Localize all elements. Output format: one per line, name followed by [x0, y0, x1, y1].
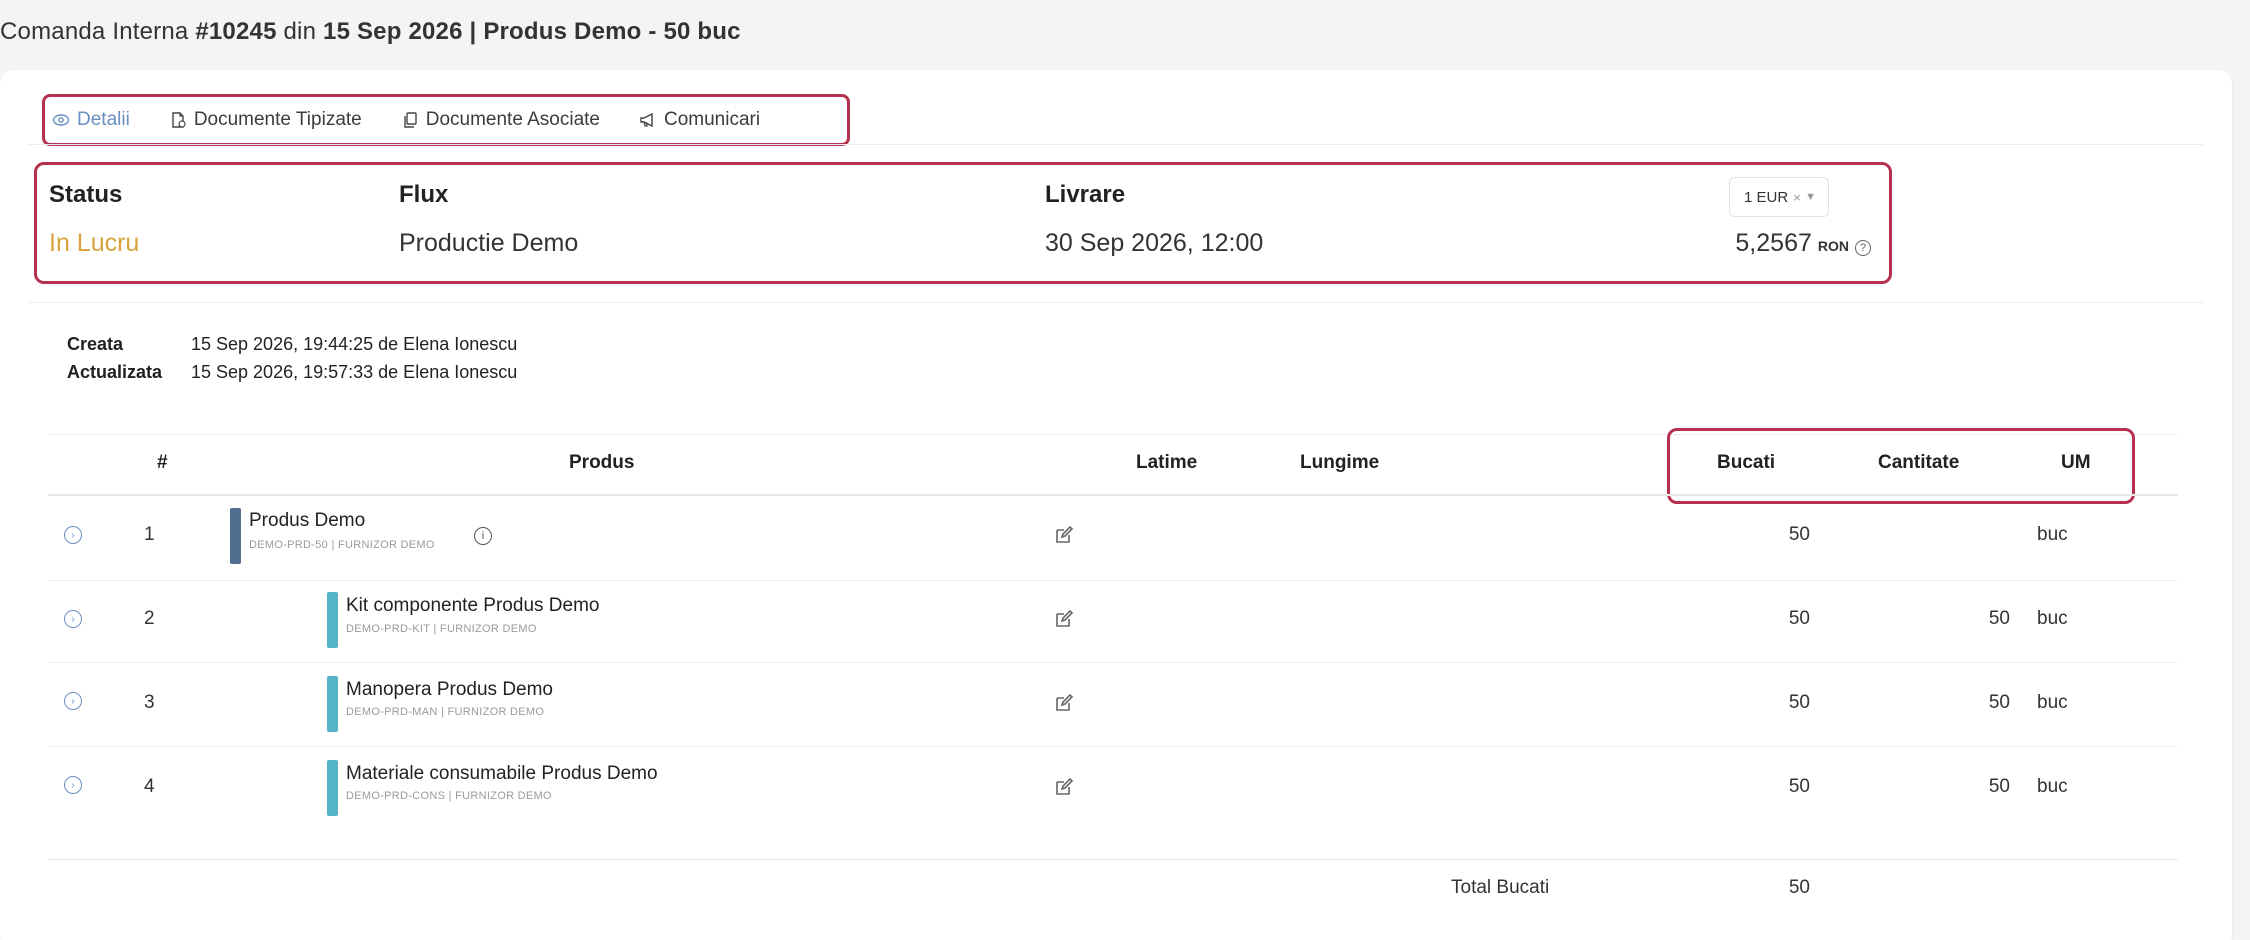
edit-icon[interactable] — [1053, 692, 1075, 714]
title-rest: | Produs Demo - 50 buc — [469, 18, 741, 45]
cantitate-value: 50 — [1988, 692, 2010, 713]
bucati-value: 50 — [1788, 524, 1810, 545]
total-value: 50 — [1788, 877, 1810, 898]
rate-value: 5,2567 — [1735, 229, 1812, 257]
row-color-bar — [230, 508, 241, 564]
tabs-bar: Detalii Documente Tipizate Documente Aso… — [42, 94, 850, 146]
edit-icon[interactable] — [1053, 776, 1075, 798]
row-color-bar — [327, 760, 338, 816]
copy-icon — [400, 110, 420, 130]
expand-row-icon[interactable]: › — [64, 526, 82, 544]
bucati-value: 50 — [1788, 776, 1810, 797]
expand-row-icon[interactable]: › — [64, 776, 82, 794]
chevron-down-icon: ▼ — [1805, 191, 1816, 203]
tab-label: Documente Asociate — [425, 109, 600, 130]
megaphone-icon — [638, 110, 658, 130]
order-number: #10245 — [195, 18, 277, 45]
row-divider — [48, 662, 2178, 663]
product-name: Manopera Produs Demo — [346, 679, 553, 700]
order-info-panel: Status In Lucru Flux Productie Demo Livr… — [34, 162, 1892, 284]
col-produs-header: Produs — [569, 452, 635, 473]
product-code: DEMO-PRD-50 | FURNIZOR DEMO — [249, 539, 435, 551]
edit-icon[interactable] — [1053, 524, 1075, 546]
created-label: Creata — [67, 334, 124, 354]
flux-label: Flux — [399, 181, 449, 208]
col-index-header: # — [157, 452, 168, 473]
tab-label: Detalii — [77, 109, 130, 130]
flux-value: Productie Demo — [399, 229, 579, 257]
um-value: buc — [2037, 692, 2068, 713]
updated-value: 15 Sep 2026, 19:57:33 de Elena Ionescu — [191, 362, 518, 382]
row-index: 4 — [144, 776, 155, 797]
updated-label: Actualizata — [67, 362, 163, 382]
um-value: buc — [2037, 776, 2068, 797]
tab-label: Comunicari — [664, 109, 761, 130]
row-color-bar — [327, 592, 338, 648]
cantitate-value: 50 — [1988, 608, 2010, 629]
row-index: 2 — [144, 608, 155, 629]
expand-row-icon[interactable]: › — [64, 610, 82, 628]
total-divider — [48, 859, 2178, 860]
livrare-label: Livrare — [1045, 181, 1126, 208]
tab-documente-tipizate[interactable]: Documente Tipizate — [168, 109, 362, 131]
tab-detalii[interactable]: Detalii — [51, 109, 130, 131]
tab-label: Documente Tipizate — [193, 109, 362, 130]
page-title: Comanda Interna #10245 din 15 Sep 2026 |… — [0, 18, 741, 46]
cantitate-value: 50 — [1988, 776, 2010, 797]
order-date: 15 Sep 2026 — [323, 18, 463, 45]
rate-unit: RON — [1817, 238, 1849, 254]
um-value: buc — [2037, 524, 2068, 545]
title-din: din — [283, 18, 317, 45]
help-icon[interactable]: ? — [1855, 240, 1871, 256]
status-label: Status — [49, 181, 123, 208]
table-header-border — [48, 494, 2178, 496]
currency-select[interactable]: 1 EUR × ▼ — [1729, 177, 1829, 217]
currency-value: 1 EUR — [1744, 188, 1789, 206]
livrare-value: 30 Sep 2026, 12:00 — [1045, 229, 1264, 257]
row-divider — [48, 746, 2178, 747]
product-name: Kit componente Produs Demo — [346, 595, 600, 616]
status-value: In Lucru — [49, 229, 140, 257]
product-code: DEMO-PRD-KIT | FURNIZOR DEMO — [346, 623, 537, 635]
bucati-value: 50 — [1788, 692, 1810, 713]
col-latime-header: Latime — [1136, 452, 1198, 473]
tab-documente-asociate[interactable]: Documente Asociate — [400, 109, 600, 131]
created-value: 15 Sep 2026, 19:44:25 de Elena Ionescu — [191, 334, 518, 354]
clear-icon[interactable]: × — [1793, 190, 1801, 205]
product-name: Materiale consumabile Produs Demo — [346, 763, 658, 784]
um-value: buc — [2037, 608, 2068, 629]
info-divider — [28, 302, 2203, 303]
tabs-divider — [28, 144, 2203, 145]
bucati-value: 50 — [1788, 608, 1810, 629]
row-index: 3 — [144, 692, 155, 713]
product-code: DEMO-PRD-MAN | FURNIZOR DEMO — [346, 706, 545, 718]
product-code: DEMO-PRD-CONS | FURNIZOR DEMO — [346, 790, 552, 802]
title-prefix: Comanda Interna — [0, 18, 189, 45]
col-lungime-header: Lungime — [1300, 452, 1380, 473]
product-name: Produs Demo — [249, 510, 366, 531]
expand-row-icon[interactable]: › — [64, 692, 82, 710]
total-label: Total Bucati — [1451, 877, 1550, 898]
row-index: 1 — [144, 524, 155, 545]
info-icon[interactable]: i — [474, 527, 492, 545]
edit-icon[interactable] — [1053, 608, 1075, 630]
exchange-rate: 5,2567 RON ? — [1735, 229, 1871, 258]
row-color-bar — [327, 676, 338, 732]
row-divider — [48, 580, 2178, 581]
audit-meta: Creata 15 Sep 2026, 19:44:25 de Elena Io… — [67, 330, 517, 386]
tab-comunicari[interactable]: Comunicari — [638, 109, 760, 131]
quantity-columns-highlight — [1667, 428, 2135, 504]
document-icon — [168, 110, 188, 130]
eye-icon — [51, 110, 71, 130]
